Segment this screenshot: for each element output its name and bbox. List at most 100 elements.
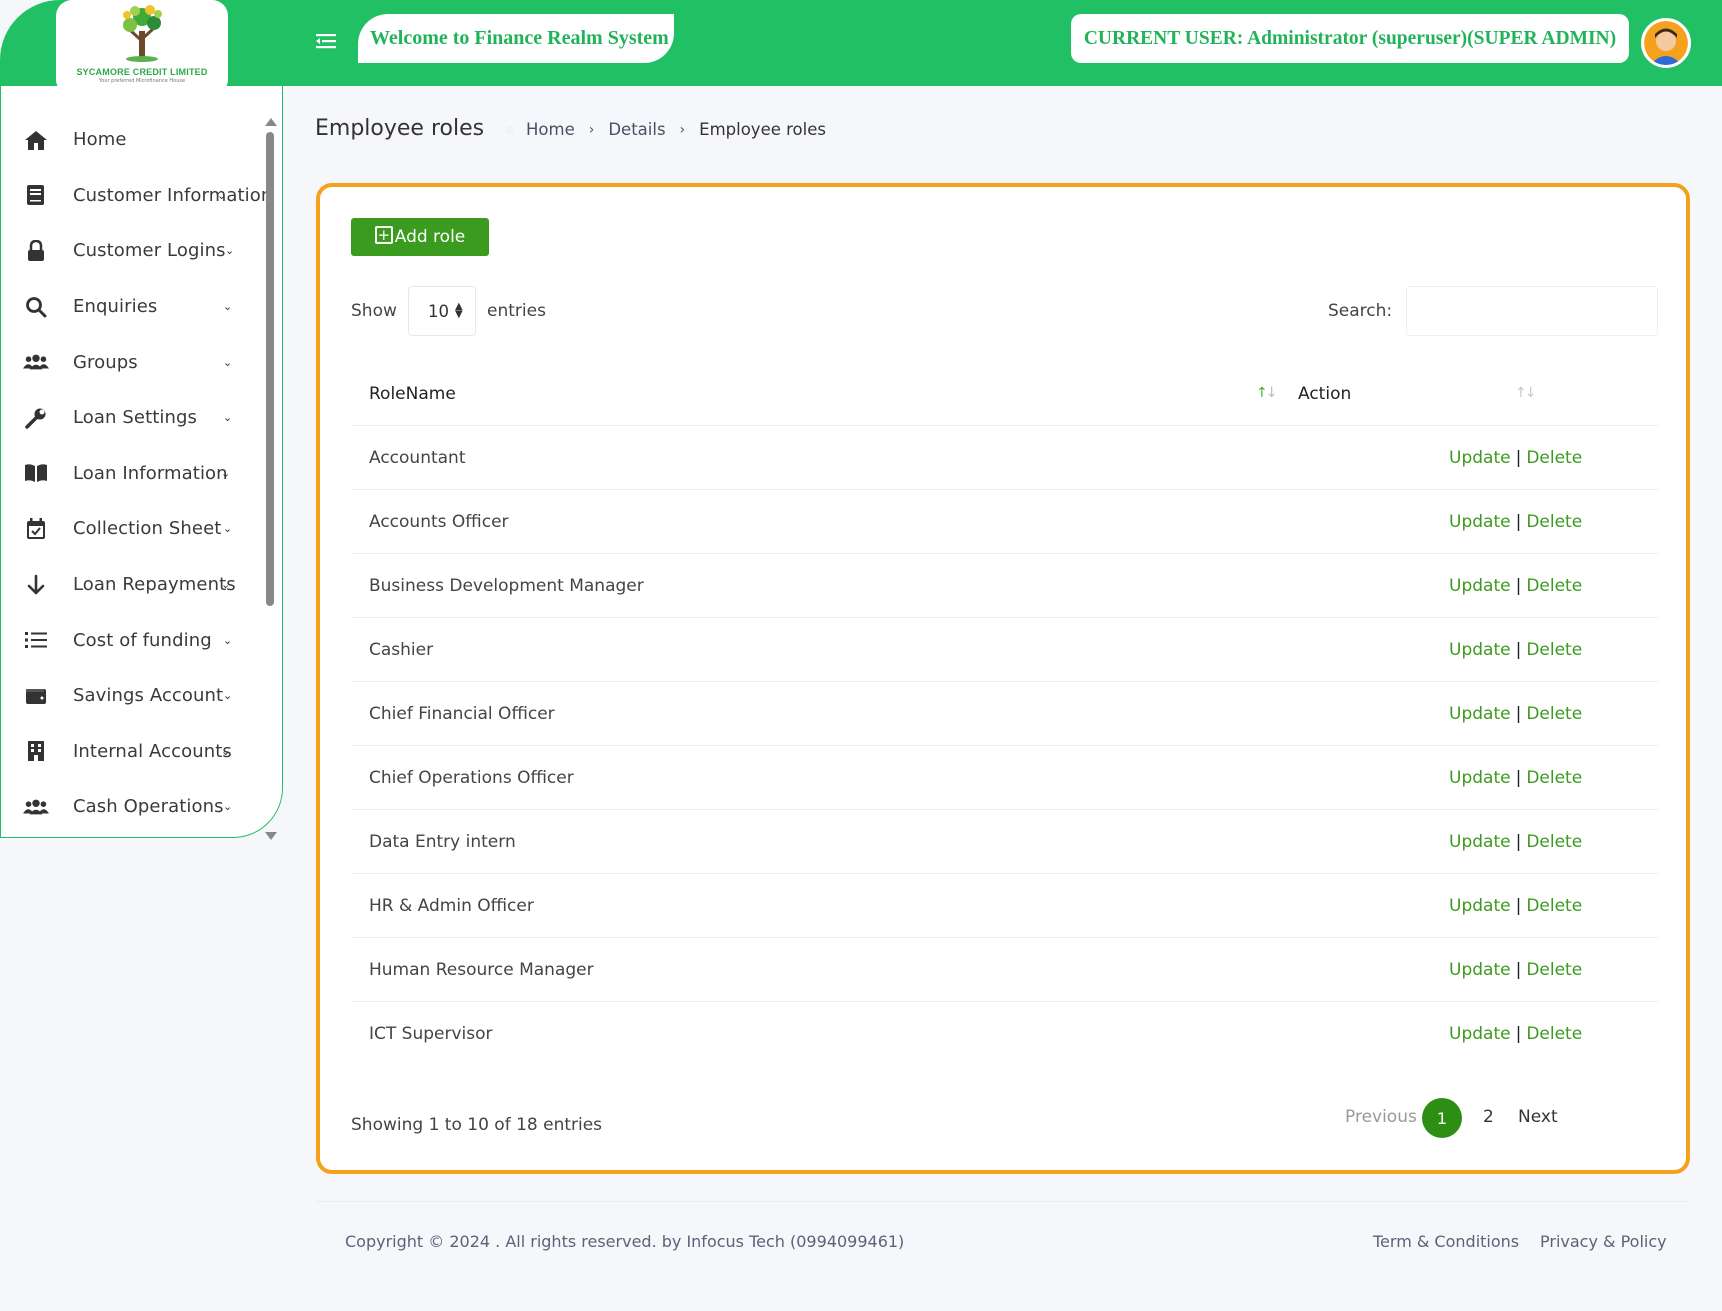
sidebar-item-loan-information[interactable]: Loan Information ⌄ xyxy=(1,446,263,502)
company-logo[interactable]: SYCAMORE CREDIT LIMITED Your preferred M… xyxy=(56,0,228,92)
footer-terms-link[interactable]: Term & Conditions xyxy=(1373,1232,1519,1251)
column-header-action[interactable]: Action xyxy=(1298,362,1351,426)
role-name: Cashier xyxy=(369,640,434,660)
action-separator: | xyxy=(1515,768,1522,788)
sidebar: Home Customer Information ⌄ Customer Log… xyxy=(0,86,283,838)
breadcrumb-details-link[interactable]: Details xyxy=(608,120,665,139)
footer-divider xyxy=(316,1201,1690,1202)
sidebar-item-cash-operations[interactable]: Cash Operations ⌄ xyxy=(1,779,263,835)
action-separator: | xyxy=(1515,960,1522,980)
delete-link[interactable]: Delete xyxy=(1526,448,1582,468)
user-avatar[interactable] xyxy=(1641,18,1691,68)
update-link[interactable]: Update xyxy=(1449,576,1511,596)
sidebar-item-label: Collection Sheet xyxy=(73,518,222,540)
sidebar-item-loan-repayments[interactable]: Loan Repayments ⌄ xyxy=(1,557,263,613)
action-separator: | xyxy=(1515,576,1522,596)
breadcrumb-current: Employee roles xyxy=(699,120,826,139)
entries-per-page-select[interactable]: 10 ▲ ▼ xyxy=(408,286,476,336)
delete-link[interactable]: Delete xyxy=(1526,1024,1582,1044)
chevron-down-icon: ⌄ xyxy=(223,300,233,314)
pagination-next[interactable]: Next xyxy=(1518,1107,1558,1127)
sidebar-item-collection-sheet[interactable]: Collection Sheet ⌄ xyxy=(1,501,263,557)
pagination-page-1[interactable]: 1 xyxy=(1422,1098,1462,1138)
chevron-down-icon: ⌄ xyxy=(223,355,233,369)
scrollbar-thumb[interactable] xyxy=(266,132,274,606)
document-icon xyxy=(23,182,49,208)
column-header-rolename[interactable]: RoleName xyxy=(369,362,456,426)
sidebar-scrollbar[interactable] xyxy=(264,118,277,840)
breadcrumb: Home › Details › Employee roles xyxy=(506,120,826,139)
role-name: Data Entry intern xyxy=(369,832,516,852)
home-icon xyxy=(23,127,49,153)
update-link[interactable]: Update xyxy=(1449,448,1511,468)
users-icon xyxy=(23,349,49,375)
roles-card: + Add role Show 10 ▲ ▼ entries Search: Ro… xyxy=(316,183,1690,1174)
delete-link[interactable]: Delete xyxy=(1526,896,1582,916)
delete-link[interactable]: Delete xyxy=(1526,512,1582,532)
sidebar-item-groups[interactable]: Groups ⌄ xyxy=(1,334,263,390)
update-link[interactable]: Update xyxy=(1449,1024,1511,1044)
sort-icon[interactable]: ↑↓ xyxy=(1515,385,1536,401)
delete-link[interactable]: Delete xyxy=(1526,960,1582,980)
pagination-previous[interactable]: Previous xyxy=(1345,1107,1417,1127)
plus-square-icon: + xyxy=(374,226,393,244)
sidebar-item-customer-logins[interactable]: Customer Logins ⌄ xyxy=(1,223,263,279)
search-input[interactable] xyxy=(1406,286,1658,336)
sidebar-item-loan-settings[interactable]: Loan Settings ⌄ xyxy=(1,390,263,446)
sidebar-item-enquiries[interactable]: Enquiries ⌄ xyxy=(1,279,263,335)
table-row: Chief Financial Officer Update | Delete xyxy=(351,682,1658,746)
update-link[interactable]: Update xyxy=(1449,832,1511,852)
sidebar-item-internal-accounts[interactable]: Internal Accounts ⌄ xyxy=(1,724,263,780)
scroll-down-icon[interactable] xyxy=(265,832,277,840)
scroll-up-icon[interactable] xyxy=(265,118,277,126)
delete-link[interactable]: Delete xyxy=(1526,768,1582,788)
update-link[interactable]: Update xyxy=(1449,960,1511,980)
delete-link[interactable]: Delete xyxy=(1526,640,1582,660)
update-link[interactable]: Update xyxy=(1449,512,1511,532)
sort-icon[interactable]: ↑↓ xyxy=(1256,385,1277,401)
chevron-right-icon: › xyxy=(679,121,686,138)
action-separator: | xyxy=(1515,704,1522,724)
sidebar-item-cost-of-funding[interactable]: Cost of funding ⌄ xyxy=(1,612,263,668)
role-name: Human Resource Manager xyxy=(369,960,594,980)
top-header: SYCAMORE CREDIT LIMITED Your preferred M… xyxy=(0,0,1722,92)
tree-logo-icon xyxy=(123,5,162,62)
add-role-button[interactable]: + Add role xyxy=(351,218,489,256)
sidebar-item-savings-account[interactable]: Savings Account ⌄ xyxy=(1,668,263,724)
menu-toggle-icon[interactable] xyxy=(316,32,338,52)
calendar-check-icon xyxy=(23,516,49,542)
chevron-down-icon: ⌄ xyxy=(223,411,233,425)
breadcrumb-home-link[interactable]: Home xyxy=(526,120,575,139)
chevron-down-icon: ⌄ xyxy=(223,689,233,703)
chevron-down-icon: ⌄ xyxy=(223,633,233,647)
chevron-down-icon: ⌄ xyxy=(223,522,233,536)
chevron-down-icon: ⌄ xyxy=(221,744,231,758)
row-actions: Update | Delete xyxy=(1449,682,1582,746)
row-actions: Update | Delete xyxy=(1449,426,1582,490)
delete-link[interactable]: Delete xyxy=(1526,704,1582,724)
role-name: Chief Financial Officer xyxy=(369,704,555,724)
wrench-icon xyxy=(23,405,49,431)
update-link[interactable]: Update xyxy=(1449,896,1511,916)
role-name: HR & Admin Officer xyxy=(369,896,534,916)
sidebar-item-label: Loan Information xyxy=(73,462,228,484)
footer-privacy-link[interactable]: Privacy & Policy xyxy=(1540,1232,1667,1251)
wallet-icon xyxy=(23,683,49,709)
page-title: Employee roles xyxy=(315,116,485,141)
footer-copyright: Copyright © 2024 . All rights reserved. … xyxy=(345,1232,905,1251)
sidebar-item-customer-information[interactable]: Customer Information ⌄ xyxy=(1,168,272,224)
update-link[interactable]: Update xyxy=(1449,640,1511,660)
update-link[interactable]: Update xyxy=(1449,704,1511,724)
table-row: Human Resource Manager Update | Delete xyxy=(351,938,1658,1002)
role-name: Accounts Officer xyxy=(369,512,509,532)
sort-select-icon: ▲ ▼ xyxy=(455,301,463,320)
action-separator: | xyxy=(1515,896,1522,916)
delete-link[interactable]: Delete xyxy=(1526,576,1582,596)
table-row: Data Entry intern Update | Delete xyxy=(351,810,1658,874)
table-row: Accounts Officer Update | Delete xyxy=(351,490,1658,554)
roles-table: RoleName ↑↓ Action ↑↓ Accountant Update |… xyxy=(351,362,1658,1066)
pagination-page-2[interactable]: 2 xyxy=(1483,1107,1494,1127)
sidebar-item-home[interactable]: Home xyxy=(1,112,263,168)
delete-link[interactable]: Delete xyxy=(1526,832,1582,852)
update-link[interactable]: Update xyxy=(1449,768,1511,788)
